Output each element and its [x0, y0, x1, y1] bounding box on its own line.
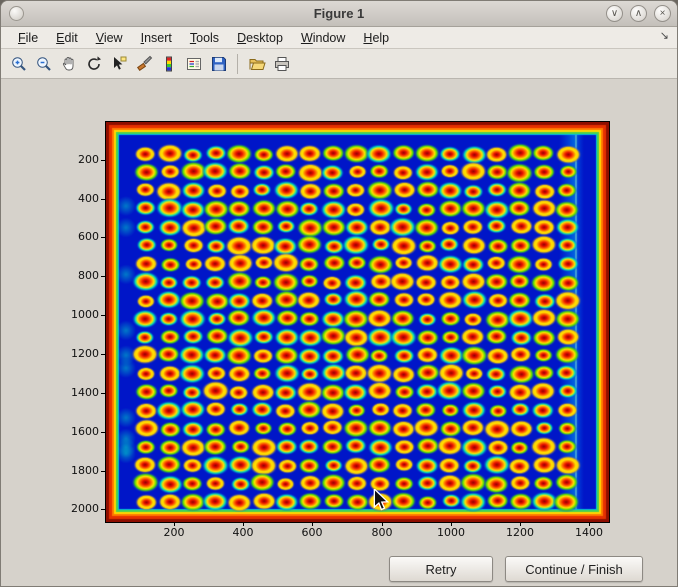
dock-figure-icon[interactable]: ↘	[660, 29, 669, 42]
figure-window: Figure 1 ∨ ∧ × File Edit View Insert Too…	[0, 0, 678, 587]
y-tick-label: 1400	[57, 387, 99, 399]
print-icon	[273, 55, 291, 73]
x-tick-label: 800	[362, 527, 402, 539]
menu-window[interactable]: Window	[294, 30, 352, 46]
zoom-in-icon	[10, 55, 28, 73]
rotate-icon	[85, 55, 103, 73]
zoom-out-button[interactable]	[32, 52, 55, 75]
y-tick-label: 400	[57, 193, 99, 205]
y-tick-label: 1800	[57, 465, 99, 477]
plot-canvas[interactable]	[106, 122, 609, 522]
y-tick-label: 600	[57, 231, 99, 243]
menu-view[interactable]: View	[89, 30, 130, 46]
shade-button[interactable]: ∨	[606, 5, 623, 22]
x-tick-label: 1000	[431, 527, 471, 539]
menubar: File Edit View Insert Tools Desktop Wind…	[1, 27, 677, 49]
menu-insert[interactable]: Insert	[134, 30, 179, 46]
insert-legend-button[interactable]	[182, 52, 205, 75]
save-button[interactable]	[207, 52, 230, 75]
y-tick-label: 2000	[57, 503, 99, 515]
colorbar-icon	[160, 55, 178, 73]
y-tick-label: 1000	[57, 309, 99, 321]
x-tick-label: 1200	[500, 527, 540, 539]
retry-button[interactable]: Retry	[389, 556, 493, 582]
menu-help[interactable]: Help	[356, 30, 396, 46]
y-tick-label: 1200	[57, 348, 99, 360]
y-tick-label: 800	[57, 270, 99, 282]
data-cursor-icon	[110, 55, 128, 73]
continue-finish-button[interactable]: Continue / Finish	[505, 556, 643, 582]
figure-toolbar	[1, 49, 677, 79]
mouse-cursor-icon	[373, 489, 389, 513]
rotate-3d-button[interactable]	[82, 52, 105, 75]
window-menu-icon[interactable]	[9, 6, 24, 21]
legend-icon	[185, 55, 203, 73]
menu-file[interactable]: File	[11, 30, 45, 46]
pan-hand-icon	[60, 55, 78, 73]
close-button[interactable]: ×	[654, 5, 671, 22]
brush-button[interactable]	[132, 52, 155, 75]
x-tick-label: 400	[223, 527, 263, 539]
x-tick-label: 1400	[569, 527, 609, 539]
y-tick-label: 1600	[57, 426, 99, 438]
zoom-out-icon	[35, 55, 53, 73]
titlebar[interactable]: Figure 1 ∨ ∧ ×	[1, 1, 677, 27]
x-tick-label: 200	[154, 527, 194, 539]
menu-tools[interactable]: Tools	[183, 30, 226, 46]
window-controls: ∨ ∧ ×	[606, 5, 671, 22]
save-floppy-icon	[210, 55, 228, 73]
open-button[interactable]	[245, 52, 268, 75]
window-title: Figure 1	[1, 1, 677, 27]
x-tick-label: 600	[292, 527, 332, 539]
print-button[interactable]	[270, 52, 293, 75]
maximize-button[interactable]: ∧	[630, 5, 647, 22]
open-folder-icon	[248, 55, 266, 73]
plot-axes	[105, 121, 610, 523]
y-tick-label: 200	[57, 154, 99, 166]
data-cursor-button[interactable]	[107, 52, 130, 75]
zoom-in-button[interactable]	[7, 52, 30, 75]
insert-colorbar-button[interactable]	[157, 52, 180, 75]
menu-edit[interactable]: Edit	[49, 30, 85, 46]
menu-desktop[interactable]: Desktop	[230, 30, 290, 46]
pan-button[interactable]	[57, 52, 80, 75]
toolbar-separator	[237, 54, 238, 74]
brush-icon	[135, 55, 153, 73]
